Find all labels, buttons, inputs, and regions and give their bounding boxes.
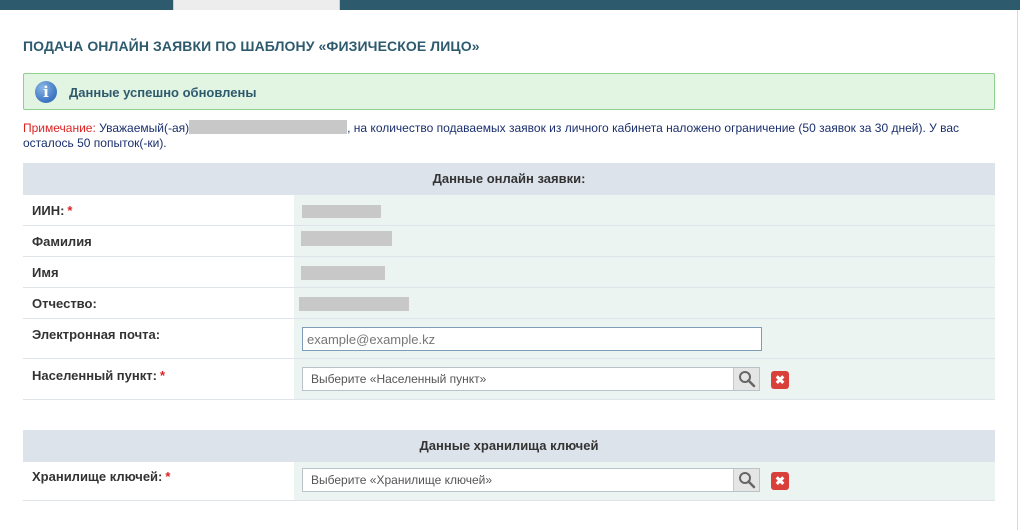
keystore-select-placeholder: Выберите «Хранилище ключей»: [311, 473, 493, 487]
patronymic-value-redacted: [299, 297, 409, 311]
locality-label: Населенный пункт: *: [32, 368, 166, 383]
note-text-before: Уважаемый(-ая): [99, 121, 190, 135]
keystore-label: Хранилище ключей: *: [32, 469, 171, 484]
name-label: Имя: [32, 265, 59, 280]
close-icon: ✖: [774, 373, 786, 387]
keystore-clear-button[interactable]: ✖: [771, 472, 789, 490]
success-alert: i Данные успешно обновлены: [23, 73, 995, 110]
content-border: [1017, 10, 1018, 530]
required-mark: *: [67, 203, 73, 218]
locality-search-button[interactable]: [733, 368, 759, 390]
search-icon: [739, 371, 756, 388]
iin-row: ИИН: *: [23, 195, 995, 226]
top-navigation-bar: [0, 0, 1020, 10]
email-row: Электронная почта:: [23, 319, 995, 359]
close-icon: ✖: [774, 474, 786, 488]
iin-label: ИИН: *: [32, 203, 73, 218]
iin-value-redacted: [302, 205, 381, 218]
locality-select-placeholder: Выберите «Населенный пункт»: [311, 372, 487, 386]
patronymic-label: Отчество:: [32, 296, 97, 311]
keystore-search-button[interactable]: [733, 469, 759, 491]
application-section-header: Данные онлайн заявки:: [23, 163, 995, 195]
locality-clear-button[interactable]: ✖: [771, 371, 789, 389]
email-label: Электронная почта:: [32, 327, 161, 342]
email-field[interactable]: [302, 327, 762, 351]
redacted-user-name: [189, 120, 348, 135]
page-title: ПОДАЧА ОНЛАЙН ЗАЯВКИ ПО ШАБЛОНУ «ФИЗИЧЕС…: [23, 38, 480, 54]
search-icon: [739, 472, 756, 489]
note-label: Примечание:: [23, 121, 96, 135]
surname-row: Фамилия: [23, 226, 995, 257]
request-limit-note: Примечание: Уважаемый(-ая), на количеств…: [23, 120, 1003, 151]
name-value-redacted: [301, 266, 385, 280]
name-row: Имя: [23, 257, 995, 288]
info-icon: i: [35, 81, 57, 103]
required-mark: *: [165, 469, 171, 484]
keystore-section-header: Данные хранилища ключей: [23, 430, 995, 462]
required-mark: *: [159, 368, 166, 383]
surname-value-redacted: [301, 231, 392, 246]
alert-message: Данные успешно обновлены: [69, 85, 257, 100]
locality-select[interactable]: Выберите «Населенный пункт»: [302, 367, 760, 391]
locality-row: Населенный пункт: * Выберите «Населенный …: [23, 359, 995, 400]
patronymic-row: Отчество:: [23, 288, 995, 319]
keystore-select[interactable]: Выберите «Хранилище ключей»: [302, 468, 760, 492]
keystore-row: Хранилище ключей: * Выберите «Хранилище к…: [23, 462, 995, 501]
surname-label: Фамилия: [32, 234, 92, 249]
active-tab[interactable]: [173, 0, 340, 10]
